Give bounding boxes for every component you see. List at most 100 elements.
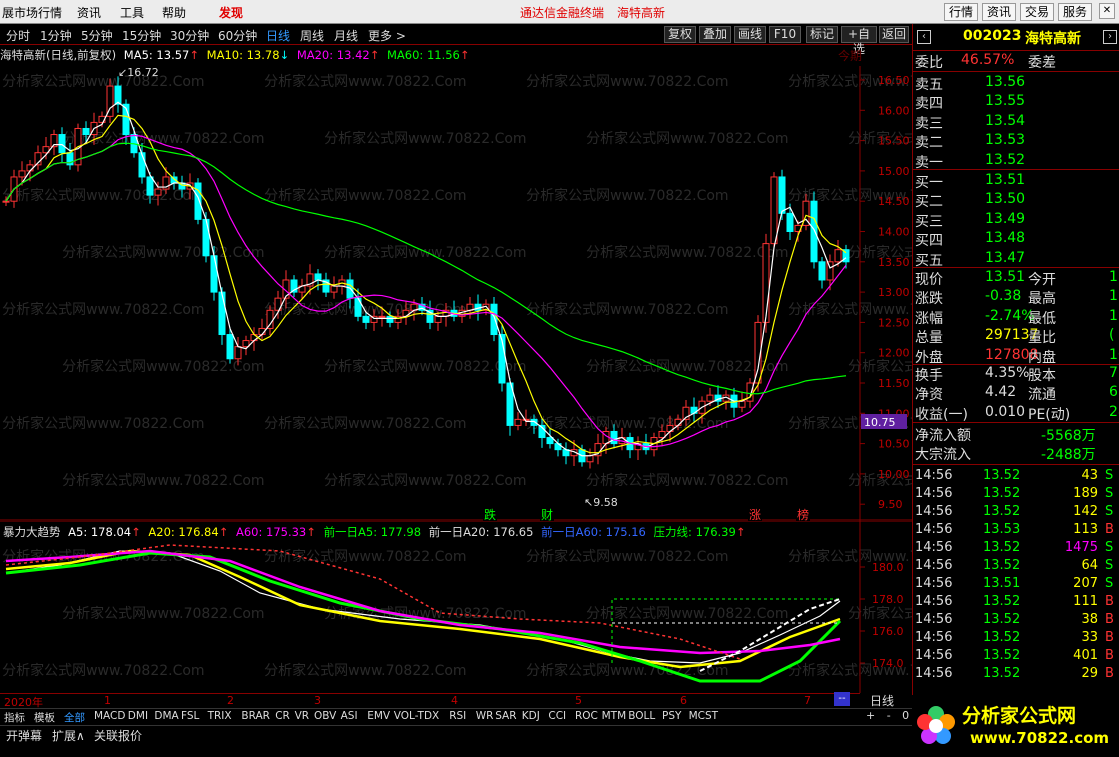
watermark-text: 分析家公式网www.70822.Com <box>526 301 728 318</box>
indicator-tab[interactable]: BOLL <box>628 710 655 722</box>
chevron-right-icon[interactable]: › <box>1103 30 1117 44</box>
arrow-up-icon: ↑ <box>369 48 380 62</box>
period-monthly[interactable]: 月线 <box>334 27 358 44</box>
ma10-line <box>5 114 847 454</box>
indicator-tab[interactable]: DMA <box>154 710 178 722</box>
arrow-down-icon: ↓ <box>279 48 290 62</box>
watermark-text: 分析家公式网www.70822.Com <box>62 358 264 375</box>
tick-row: 14:56 13.52 33 B <box>915 630 1114 645</box>
scroll-handle[interactable]: -- <box>834 692 850 706</box>
candle-body <box>434 315 442 323</box>
indicator-tab[interactable]: 指标 <box>4 710 25 725</box>
quote-button[interactable]: 行情 <box>944 3 978 21</box>
price-tick: 14.00 <box>878 226 910 239</box>
date-axis: 2020年 1 2 3 4 5 6 7 <box>0 693 860 709</box>
indicator-tab[interactable]: EMV <box>367 710 390 722</box>
price-axis: 16.50 16.00 15.50 15.00 14.50 14.00 13.50 13.00… <box>0 48 912 521</box>
period-weekly[interactable]: 周线 <box>300 27 324 44</box>
period-60min[interactable]: 60分钟 <box>218 27 257 44</box>
tick-row: 14:56 13.52 43 S <box>915 468 1114 483</box>
indicator-tab[interactable]: MACD <box>94 710 125 722</box>
period-more[interactable]: 更多 > <box>368 27 406 44</box>
watermark-text: 分析家公式网www.70822.Com <box>2 662 204 679</box>
event-mark[interactable]: 跌 <box>484 507 496 521</box>
indicator-tab[interactable]: ASI <box>341 710 358 722</box>
period-daily[interactable]: 日线 <box>266 27 290 44</box>
indicator-tick: 180.0 <box>872 561 904 574</box>
logo-url: www.70822.com <box>970 729 1110 747</box>
period-toolbar: 分时 1分钟 5分钟 15分钟 30分钟 60分钟 日线 周线 月线 更多 > … <box>0 24 912 56</box>
indicator-tab[interactable]: SAR <box>495 710 516 722</box>
adjust-button[interactable]: 复权 <box>664 26 696 43</box>
news-button[interactable]: 资讯 <box>982 3 1016 21</box>
candle-body <box>362 315 370 323</box>
menu-bar: 展市场行情 资讯 工具 帮助 发现 通达信金融终端 海特高新 行情 资讯 交易 … <box>0 0 1119 24</box>
menu-news[interactable]: 资讯 <box>77 4 101 21</box>
related-quote-button[interactable]: 关联报价 <box>94 727 142 744</box>
danmaku-toggle[interactable]: 开弹幕 <box>6 727 42 744</box>
overlay-button[interactable]: 叠加 <box>699 26 731 43</box>
candle-body <box>378 315 386 318</box>
price-tick: 15.50 <box>878 135 910 148</box>
indicator-tab[interactable]: VR <box>295 710 309 722</box>
indicator-tab[interactable]: RSI <box>449 710 466 722</box>
menu-market[interactable]: 展市场行情 <box>2 4 62 21</box>
mark-button[interactable]: 标记 <box>806 26 838 43</box>
menu-discover[interactable]: 发现 <box>219 4 243 21</box>
indicator-tab[interactable]: ROC <box>575 710 598 722</box>
add-watchlist-button[interactable]: +自选 <box>841 26 877 56</box>
candle-body <box>234 346 242 360</box>
indicator-tab[interactable]: PSY <box>662 710 681 722</box>
expand-button[interactable]: 扩展∧ <box>52 727 85 744</box>
a5-value: A5: 178.04 <box>68 525 132 539</box>
indicator-tab[interactable]: FSL <box>181 710 199 722</box>
close-icon[interactable]: ✕ <box>1099 3 1115 19</box>
event-mark[interactable]: 财 <box>541 508 553 521</box>
period-15min[interactable]: 15分钟 <box>122 27 161 44</box>
indicator-tab[interactable]: BRAR <box>241 710 270 722</box>
a60-value: A60: 175.33 <box>235 525 307 539</box>
f10-button[interactable]: F10 <box>769 26 801 43</box>
ask-row: 卖三 13.54 <box>915 112 1026 132</box>
logo-title: 分析家公式网 <box>962 705 1077 727</box>
period-30min[interactable]: 30分钟 <box>170 27 209 44</box>
service-button[interactable]: 服务 <box>1058 3 1092 21</box>
indicator-tab[interactable]: VOL-TDX <box>394 710 439 722</box>
back-button[interactable]: 返回 <box>879 26 909 43</box>
menu-tools[interactable]: 工具 <box>120 4 144 21</box>
zoom-controls[interactable]: + - 0 <box>866 709 913 722</box>
indicator-tab[interactable]: CR <box>275 710 290 722</box>
indicator-tab[interactable]: DMI <box>128 710 148 722</box>
watermark-text: 分析家公式网www.70822.Com <box>324 358 526 375</box>
trade-button[interactable]: 交易 <box>1020 3 1054 21</box>
event-mark[interactable]: 榜 <box>797 507 809 521</box>
period-tick[interactable]: 分时 <box>6 27 30 44</box>
indicator-tab[interactable]: MCST <box>689 710 718 722</box>
draw-button[interactable]: 画线 <box>734 26 766 43</box>
candle-body <box>514 418 522 426</box>
event-mark[interactable]: 涨 <box>749 507 761 521</box>
indicator-tab[interactable]: TRIX <box>208 710 232 722</box>
candle-body <box>762 243 770 323</box>
watermark-text: 分析家公式网www.70822.Com <box>264 662 466 679</box>
indicator-tab[interactable]: WR <box>476 710 494 722</box>
indicator-tab[interactable]: 全部 <box>64 710 85 725</box>
arrow-up-icon: ↑ <box>459 48 470 62</box>
indicator-tab[interactable]: KDJ <box>522 710 540 722</box>
indicator-tab[interactable]: 模板 <box>34 710 55 725</box>
period-1min[interactable]: 1分钟 <box>40 27 72 44</box>
candle-body <box>226 334 234 360</box>
indicator-tab[interactable]: CCI <box>548 710 566 722</box>
candle-body <box>610 430 618 445</box>
chevron-left-icon[interactable]: ‹ <box>917 30 931 44</box>
menu-help[interactable]: 帮助 <box>162 4 186 21</box>
prev-a60-value: 前一日A60: 175.16 <box>541 525 646 539</box>
indicator-tab[interactable]: OBV <box>314 710 336 722</box>
tick-row: 14:56 13.52 38 B <box>915 612 1114 627</box>
period-5min[interactable]: 5分钟 <box>81 27 113 44</box>
kline-chart[interactable]: 分析家公式网www.70822.Com 分析家公式网www.70822.Com 分析… <box>0 46 912 521</box>
tick-row: 14:56 13.53 113 B <box>915 522 1114 537</box>
indicator-tab[interactable]: MTM <box>602 710 627 722</box>
indicator-chart[interactable]: 分析家公式网www.70822.Com 分析家公式网www.70822.Com 分析… <box>0 521 912 693</box>
date-label: 1 <box>104 694 111 707</box>
